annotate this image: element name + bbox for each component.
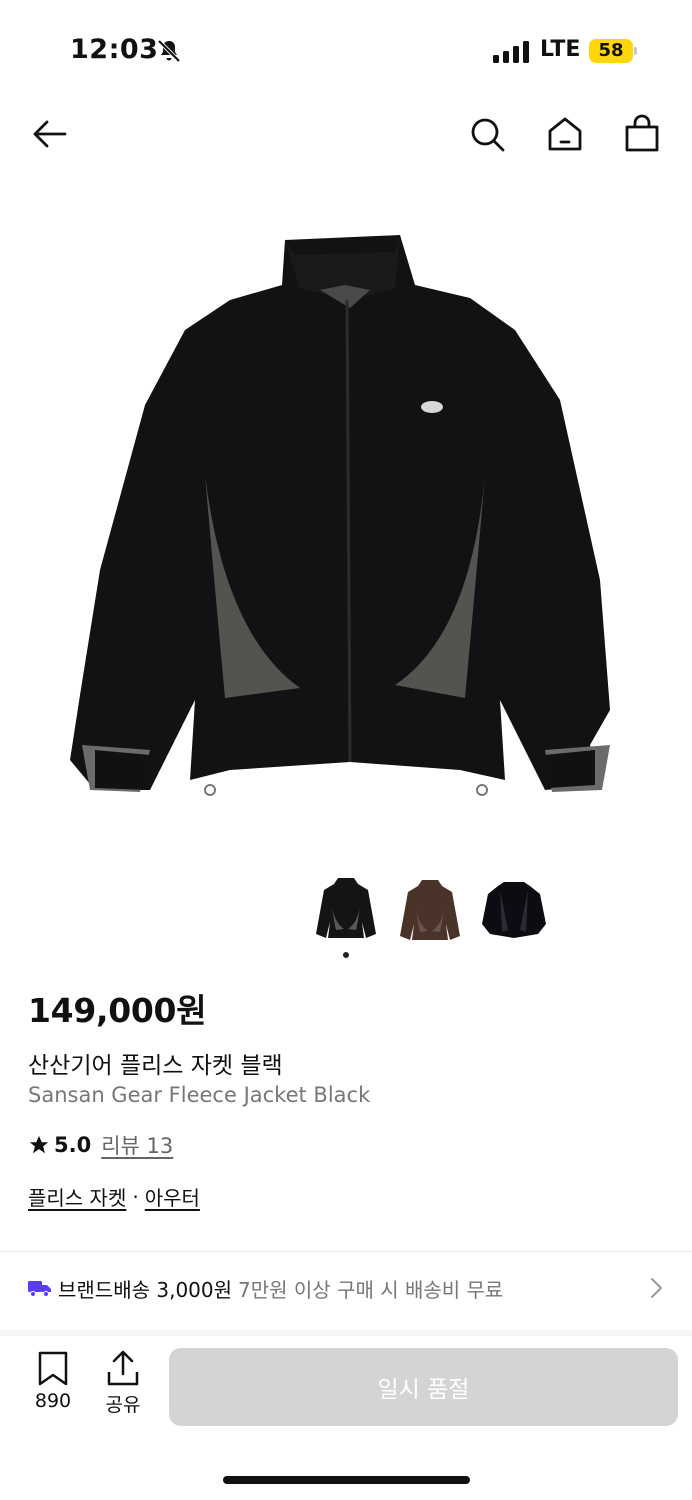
bottom-action-bar: 890 공유 일시 품절 — [0, 1336, 692, 1500]
category-separator: · — [132, 1184, 139, 1209]
category-breadcrumb: 플리스 자켓 · 아우터 — [28, 1182, 200, 1211]
shipping-info-row[interactable]: 브랜드배송 3,000원 7만원 이상 구매 시 배송비 무료 — [0, 1258, 692, 1318]
share-button[interactable]: 공유 — [93, 1350, 153, 1417]
thumbnail-black[interactable] — [312, 872, 380, 944]
arrow-left-icon — [33, 120, 67, 148]
rating-score: 5.0 — [54, 1133, 92, 1157]
cart-button[interactable] — [620, 112, 664, 156]
chevron-right-icon — [651, 1278, 662, 1298]
thumbnail-navy-image — [482, 882, 546, 938]
jacket-illustration — [70, 235, 610, 796]
rating-row: 5.0 리뷰 13 — [28, 1130, 173, 1160]
bell-muted-icon — [157, 39, 181, 63]
thumbnail-brown-image — [400, 880, 460, 940]
shipping-condition: 7만원 이상 구매 시 배송비 무료 — [238, 1277, 504, 1302]
product-price: 149,000원 — [28, 991, 207, 1030]
share-label: 공유 — [105, 1394, 141, 1416]
thumbnail-black-image — [316, 878, 376, 938]
star-icon — [29, 1135, 49, 1154]
divider — [0, 1251, 692, 1252]
thumbnail-navy[interactable] — [480, 872, 548, 944]
battery-indicator: 58 — [589, 39, 633, 63]
review-link[interactable]: 리뷰 13 — [101, 1130, 173, 1160]
status-time: 12:03 — [70, 34, 159, 65]
share-icon — [107, 1350, 139, 1386]
shopping-bag-icon — [625, 114, 659, 152]
carousel-indicator-dot — [343, 952, 349, 958]
battery-nub — [634, 47, 637, 55]
bookmark-icon — [38, 1351, 68, 1386]
truck-icon — [28, 1281, 51, 1297]
home-indicator — [223, 1476, 470, 1484]
home-icon — [548, 117, 582, 151]
signal-icon — [493, 41, 529, 63]
product-name-korean: 산산기어 플리스 자켓 블랙 — [28, 1053, 283, 1079]
back-button[interactable] — [27, 112, 71, 156]
status-bar: 12:03 LTE 58 — [0, 0, 692, 100]
product-image[interactable] — [0, 190, 692, 850]
thumbnail-strip — [312, 872, 552, 948]
category-link-outer[interactable]: 아우터 — [145, 1182, 200, 1211]
bookmark-count: 890 — [34, 1390, 72, 1412]
bookmark-button[interactable]: 890 — [23, 1350, 83, 1412]
thumbnail-brown[interactable] — [396, 872, 464, 944]
top-nav — [0, 100, 692, 170]
category-link-fleece-jacket[interactable]: 플리스 자켓 — [28, 1182, 126, 1211]
shipping-label: 브랜드배송 3,000원 — [58, 1277, 233, 1302]
network-label: LTE — [540, 37, 581, 62]
search-button[interactable] — [465, 112, 509, 156]
buy-button-sold-out[interactable]: 일시 품절 — [169, 1348, 678, 1426]
product-name-english: Sansan Gear Fleece Jacket Black — [28, 1083, 371, 1107]
home-button[interactable] — [543, 112, 587, 156]
search-icon — [471, 118, 505, 152]
